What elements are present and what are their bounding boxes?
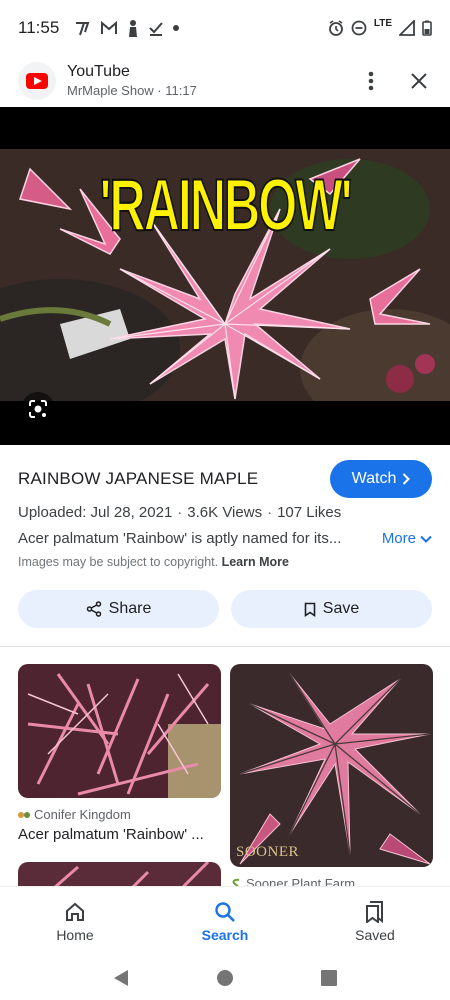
bottom-navigation: Home Search Saved bbox=[0, 886, 450, 956]
more-button[interactable]: More bbox=[382, 530, 432, 547]
nav-home-label: Home bbox=[56, 926, 94, 943]
related-card[interactable]: Conifer Kingdom Acer palmatum 'Rainbow' … bbox=[18, 664, 221, 843]
maple-leaf-image: 'RAINBOW' bbox=[0, 149, 450, 401]
chevron-down-icon bbox=[420, 535, 432, 543]
related-title: Acer palmatum 'Rainbow' ... bbox=[18, 826, 204, 843]
share-label: Share bbox=[108, 600, 152, 617]
view-count: 3.6K Views bbox=[187, 504, 263, 521]
header-actions bbox=[368, 71, 432, 91]
action-buttons: Share Save bbox=[18, 590, 432, 628]
related-source-name: Sooner Plant Farm bbox=[246, 876, 356, 886]
copyright-text: Images may be subject to copyright. bbox=[18, 555, 219, 569]
description-text: Acer palmatum 'Rainbow' is aptly named f… bbox=[18, 530, 342, 547]
home-circle-icon[interactable] bbox=[216, 969, 234, 987]
person-icon bbox=[129, 20, 138, 37]
source-subtitle: MrMaple Show · 11:17 bbox=[67, 83, 197, 98]
nav-search[interactable]: Search bbox=[150, 887, 300, 956]
dot-icon bbox=[173, 25, 180, 31]
conifer-kingdom-favicon bbox=[18, 811, 30, 818]
lens-icon bbox=[29, 400, 47, 418]
do-not-disturb-icon bbox=[351, 20, 367, 36]
result-image-viewer[interactable]: 'RAINBOW' bbox=[0, 107, 450, 445]
related-images-grid: Conifer Kingdom Acer palmatum 'Rainbow' … bbox=[0, 664, 450, 886]
network-type: LTE bbox=[373, 17, 392, 29]
result-title: RAINBOW JAPANESE MAPLE bbox=[18, 469, 259, 488]
related-thumbnail: SOONER bbox=[230, 664, 433, 867]
search-icon bbox=[215, 901, 235, 922]
close-icon[interactable] bbox=[410, 72, 428, 90]
system-status: LTE bbox=[328, 17, 432, 36]
app-notification-icon bbox=[76, 22, 90, 36]
sooner-plant-farm-favicon bbox=[232, 878, 240, 886]
save-button[interactable]: Save bbox=[231, 590, 432, 628]
title-row: RAINBOW JAPANESE MAPLE Watch bbox=[18, 459, 432, 499]
youtube-avatar[interactable] bbox=[18, 62, 56, 100]
video-meta: Uploaded: Jul 28, 2021 · 3.6K Views · 107 Li… bbox=[18, 504, 342, 521]
source-name: YouTube bbox=[67, 63, 130, 80]
google-lens-button[interactable] bbox=[21, 392, 55, 426]
related-watermark: SOONER bbox=[236, 844, 300, 860]
nav-saved[interactable]: Saved bbox=[300, 887, 450, 956]
more-label: More bbox=[381, 530, 416, 547]
battery-icon bbox=[422, 20, 432, 36]
related-thumbnail bbox=[18, 664, 221, 798]
share-icon bbox=[86, 601, 101, 617]
more-vert-icon[interactable] bbox=[368, 71, 374, 91]
youtube-logo-icon bbox=[26, 73, 48, 89]
nav-saved-label: Saved bbox=[355, 926, 395, 943]
description-row: Acer palmatum 'Rainbow' is aptly named f… bbox=[18, 530, 432, 547]
like-count: 107 Likes bbox=[277, 504, 342, 521]
system-navigation-bar bbox=[0, 956, 450, 1000]
watch-label: Watch bbox=[351, 470, 397, 487]
watch-button[interactable]: Watch bbox=[330, 460, 432, 498]
copyright-notice: Images may be subject to copyright. Lear… bbox=[18, 555, 289, 569]
share-button[interactable]: Share bbox=[18, 590, 219, 628]
back-icon[interactable] bbox=[113, 969, 129, 987]
save-label: Save bbox=[322, 600, 360, 617]
recents-icon[interactable] bbox=[320, 970, 337, 986]
bookmark-icon bbox=[304, 602, 316, 617]
bookmarks-icon bbox=[366, 900, 383, 923]
learn-more-link[interactable]: Learn More bbox=[222, 555, 289, 569]
related-card[interactable] bbox=[18, 862, 221, 886]
related-source: Sooner Plant Farm bbox=[230, 876, 433, 886]
related-card[interactable]: SOONER Sooner Plant Farm bbox=[230, 664, 433, 886]
upload-date: Uploaded: Jul 28, 2021 bbox=[18, 504, 173, 521]
alarm-icon bbox=[328, 20, 343, 36]
nav-home[interactable]: Home bbox=[0, 887, 150, 956]
status-bar: 11:55 LTE bbox=[0, 0, 450, 56]
section-divider bbox=[0, 646, 450, 647]
status-time: 11:55 bbox=[18, 18, 60, 37]
related-source: Conifer Kingdom bbox=[18, 807, 221, 822]
related-source-name: Conifer Kingdom bbox=[34, 807, 131, 822]
notification-icons bbox=[73, 19, 180, 37]
nav-search-label: Search bbox=[201, 926, 249, 943]
chevron-right-icon bbox=[403, 473, 411, 485]
gmail-icon bbox=[101, 20, 118, 34]
source-header: YouTube MrMaple Show · 11:17 bbox=[0, 56, 450, 106]
image-caption-text: 'RAINBOW' bbox=[99, 163, 353, 247]
source-info[interactable]: YouTube MrMaple Show · 11:17 bbox=[67, 62, 197, 100]
related-thumbnail bbox=[18, 862, 221, 886]
home-icon bbox=[66, 902, 84, 921]
signal-icon bbox=[399, 20, 415, 36]
task-icon bbox=[149, 22, 164, 36]
